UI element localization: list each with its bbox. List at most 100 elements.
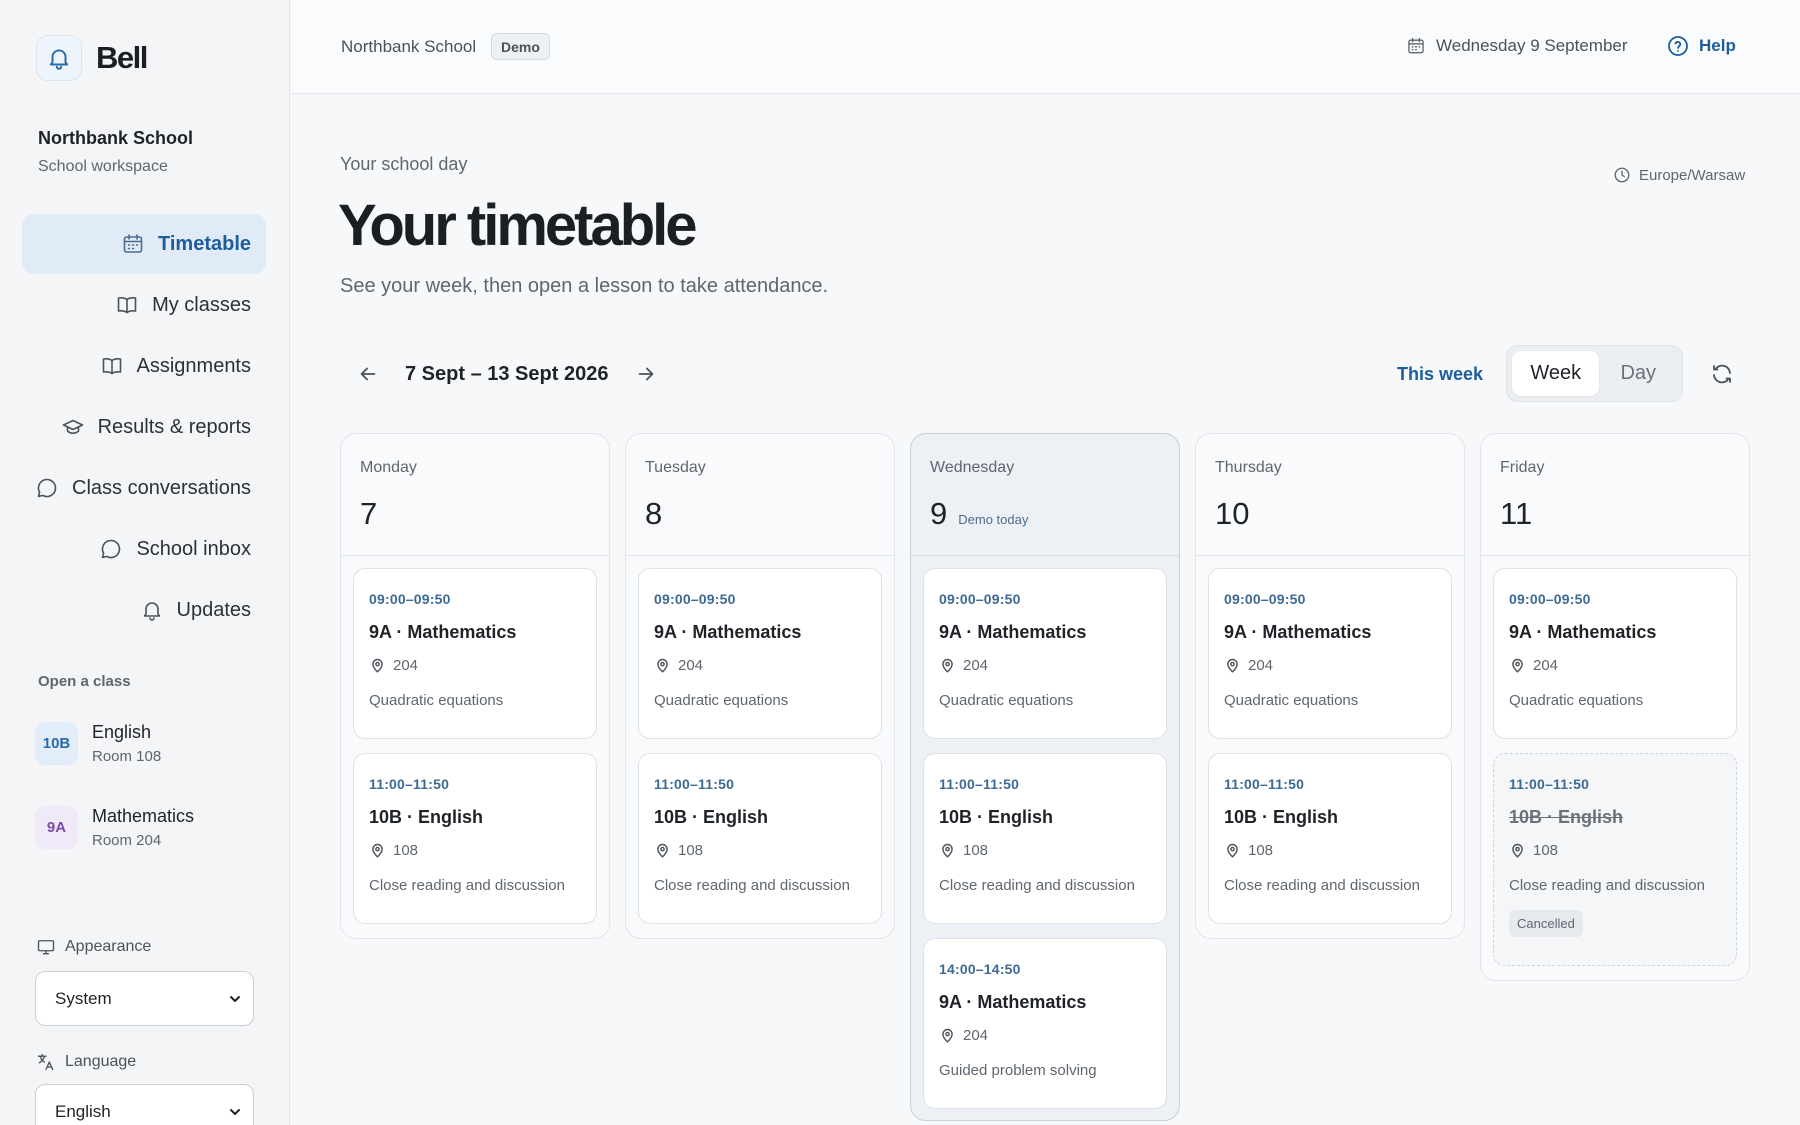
week-view-button[interactable]: Week	[1512, 351, 1600, 396]
nav-item-class-conversations[interactable]: Class conversations	[22, 458, 266, 518]
lesson-room-number: 204	[1248, 657, 1274, 674]
day-name: Thursday	[1215, 459, 1282, 476]
chevron-down-icon	[227, 991, 243, 1007]
lesson-time: 09:00–09:50	[939, 591, 1021, 607]
lesson-card[interactable]: 11:00–11:50 10B · English 108 Close read…	[353, 753, 597, 924]
lesson-topic: Close reading and discussion	[939, 877, 1135, 894]
nav-item-timetable[interactable]: Timetable	[22, 214, 266, 274]
lesson-card[interactable]: 09:00–09:50 9A · Mathematics 204 Quadrat…	[1208, 568, 1452, 739]
chat-bubble-icon	[35, 476, 59, 500]
lesson-card-cancelled[interactable]: 11:00–11:50 10B · English 108 Close read…	[1493, 753, 1737, 966]
lesson-room: 204	[1224, 657, 1436, 674]
view-toggle: Week Day	[1506, 345, 1683, 402]
lesson-time: 11:00–11:50	[1224, 776, 1305, 792]
lesson-room: 204	[369, 657, 581, 674]
lesson-topic: Quadratic equations	[369, 692, 504, 709]
day-column-thursday: Thursday 10 09:00–09:50 9A · Mathematics…	[1195, 433, 1465, 939]
class-badge: 9A	[35, 805, 78, 849]
lesson-title: 10B · English	[654, 807, 769, 827]
demo-badge: Demo	[491, 33, 550, 60]
lesson-room-number: 204	[1533, 657, 1559, 674]
monitor-icon	[36, 937, 56, 957]
day-header: Wednesday 9 Demo today	[911, 434, 1179, 556]
nav-label: School inbox	[136, 537, 251, 560]
lesson-room: 108	[1509, 842, 1721, 859]
day-header: Friday 11	[1481, 434, 1749, 556]
day-view-button[interactable]: Day	[1599, 351, 1677, 396]
lesson-topic: Quadratic equations	[939, 692, 1074, 709]
lesson-card[interactable]: 09:00–09:50 9A · Mathematics 204 Quadrat…	[923, 568, 1167, 739]
lesson-room-number: 204	[963, 1027, 989, 1044]
map-pin-icon	[369, 657, 386, 674]
lesson-time: 11:00–11:50	[939, 776, 1020, 792]
class-list: 10B English Room 108 9A Mathematics Room…	[35, 715, 265, 883]
lesson-card[interactable]: 11:00–11:50 10B · English 108 Close read…	[1208, 753, 1452, 924]
brand[interactable]: Bell	[36, 35, 148, 81]
lesson-room-number: 108	[1533, 842, 1559, 859]
help-circle-icon	[1666, 34, 1690, 58]
nav-label: Assignments	[136, 354, 252, 377]
main-nav: Timetable My classes Assignments Results…	[22, 214, 266, 641]
language-select[interactable]: English	[35, 1084, 254, 1125]
clock-icon	[1613, 166, 1631, 184]
lesson-room-number: 204	[393, 657, 419, 674]
day-name: Friday	[1500, 459, 1545, 476]
language-label: Language	[36, 1052, 136, 1072]
next-week-button[interactable]	[630, 356, 662, 392]
this-week-button[interactable]: This week	[1397, 364, 1483, 385]
nav-label: Timetable	[158, 232, 251, 255]
map-pin-icon	[1509, 842, 1526, 859]
map-pin-icon	[369, 842, 386, 859]
week-navigator: 7 Sept – 13 Sept 2026	[352, 356, 662, 392]
lesson-topic: Close reading and discussion	[654, 877, 850, 894]
lesson-card[interactable]: 11:00–11:50 10B · English 108 Close read…	[638, 753, 882, 924]
nav-item-updates[interactable]: Updates	[22, 580, 266, 640]
day-name: Wednesday	[930, 459, 1015, 476]
lesson-card[interactable]: 11:00–11:50 10B · English 108 Close read…	[923, 753, 1167, 924]
lesson-title: 9A · Mathematics	[369, 622, 517, 642]
lesson-room-number: 108	[963, 842, 989, 859]
class-room: Room 204	[92, 831, 162, 849]
lesson-topic: Quadratic equations	[654, 692, 789, 709]
book-icon	[115, 293, 139, 317]
day-header: Tuesday 8	[626, 434, 894, 556]
nav-label: My classes	[152, 293, 251, 316]
chat-bubble-icon	[99, 537, 123, 561]
week-range: 7 Sept – 13 Sept 2026	[405, 362, 609, 385]
timezone-text: Europe/Warsaw	[1639, 166, 1746, 184]
map-pin-icon	[1224, 657, 1241, 674]
day-number: 9	[930, 496, 948, 531]
lesson-title: 9A · Mathematics	[939, 992, 1087, 1012]
lesson-card[interactable]: 09:00–09:50 9A · Mathematics 204 Quadrat…	[1493, 568, 1737, 739]
class-item-english[interactable]: 10B English Room 108	[35, 715, 265, 771]
previous-week-button[interactable]	[352, 356, 384, 392]
language-value: English	[55, 1101, 111, 1121]
lesson-time: 11:00–11:50	[654, 776, 735, 792]
lesson-card[interactable]: 14:00–14:50 9A · Mathematics 204 Guided …	[923, 938, 1167, 1109]
bell-icon	[140, 598, 164, 622]
nav-item-results-reports[interactable]: Results & reports	[22, 397, 266, 457]
day-name: Tuesday	[645, 459, 706, 476]
nav-item-assignments[interactable]: Assignments	[22, 336, 266, 396]
page-eyebrow: Your school day	[340, 154, 468, 174]
nav-item-my-classes[interactable]: My classes	[22, 275, 266, 335]
sidebar: Bell Northbank School School workspace T…	[0, 0, 290, 1125]
calendar-icon	[1406, 36, 1426, 56]
nav-label: Results & reports	[97, 415, 251, 438]
lesson-topic: Quadratic equations	[1224, 692, 1359, 709]
workspace-subtitle: School workspace	[38, 158, 168, 175]
brand-name: Bell	[96, 40, 148, 75]
help-button[interactable]: Help	[1666, 34, 1736, 58]
top-bar: Northbank School Demo Wednesday 9 Septem…	[291, 0, 1800, 94]
page-subtitle: See your week, then open a lesson to tak…	[340, 275, 829, 297]
nav-item-school-inbox[interactable]: School inbox	[22, 519, 266, 579]
cancelled-badge: Cancelled	[1509, 910, 1583, 937]
lesson-room-number: 108	[678, 842, 704, 859]
arrow-right-icon	[635, 363, 657, 385]
refresh-button[interactable]	[1707, 359, 1737, 389]
lesson-card[interactable]: 09:00–09:50 9A · Mathematics 204 Quadrat…	[353, 568, 597, 739]
class-item-mathematics[interactable]: 9A Mathematics Room 204	[35, 799, 265, 855]
appearance-select[interactable]: System	[35, 971, 254, 1026]
lesson-card[interactable]: 09:00–09:50 9A · Mathematics 204 Quadrat…	[638, 568, 882, 739]
lesson-time: 09:00–09:50	[1224, 591, 1306, 607]
